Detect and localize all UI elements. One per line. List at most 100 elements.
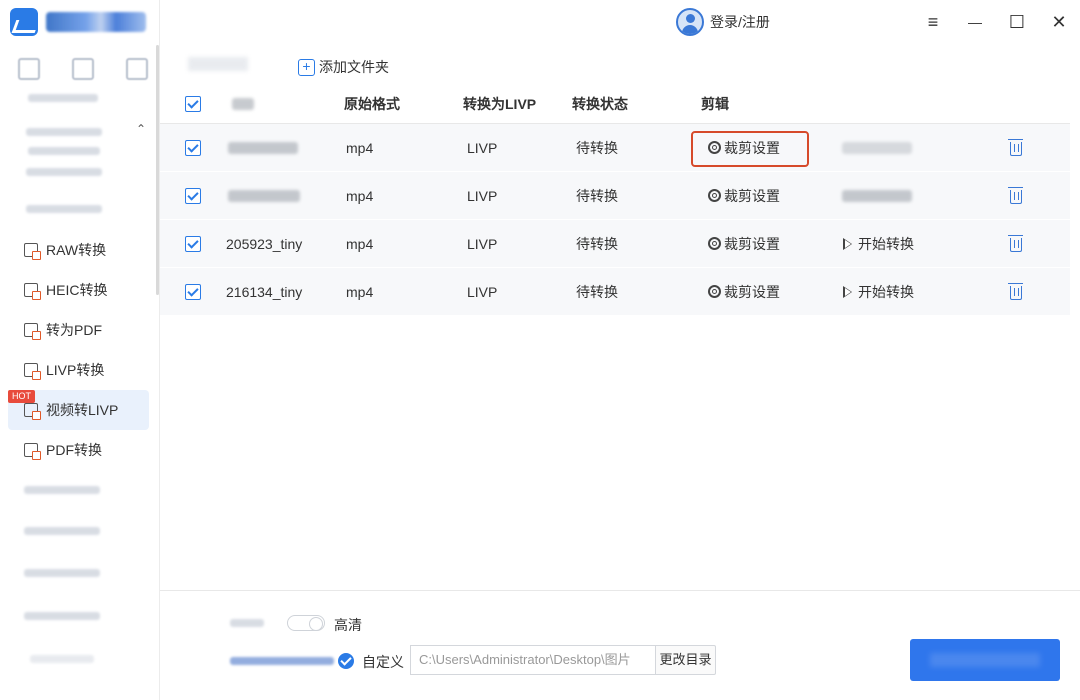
delete-button[interactable] bbox=[1008, 172, 1023, 219]
header-convert-to: 转换为LIVP bbox=[463, 96, 537, 112]
sidebar-blurred-item[interactable] bbox=[28, 147, 100, 155]
crop-settings-highlight bbox=[691, 131, 809, 167]
video-to-livp-icon bbox=[24, 403, 41, 420]
change-dir-button[interactable]: 更改目录 bbox=[655, 645, 716, 675]
table-row: 216134_tiny mp4 LIVP 待转换 裁剪设置 开始转换 bbox=[160, 268, 1070, 316]
sidebar-item-raw[interactable]: RAW转换 bbox=[8, 230, 149, 270]
sidebar-blurred-item[interactable] bbox=[24, 612, 100, 620]
app-name-blurred bbox=[46, 12, 146, 32]
start-all-label-blurred bbox=[930, 653, 1040, 667]
crop-settings-label: 裁剪设置 bbox=[724, 235, 780, 252]
delete-button[interactable] bbox=[1008, 268, 1023, 315]
convert-status: 待转换 bbox=[576, 235, 618, 252]
file-name: 216134_tiny bbox=[226, 283, 303, 300]
header-edit: 剪辑 bbox=[701, 96, 729, 112]
sidebar: ⌃ RAW转换 HEIC转换 转为PDF LIVP转换 视频转LIVP HOT … bbox=[0, 0, 160, 700]
pdf-convert-icon bbox=[24, 443, 41, 460]
raw-convert-icon bbox=[24, 243, 41, 260]
crop-settings-button[interactable]: 裁剪设置 bbox=[708, 220, 780, 267]
collapse-arrow-icon[interactable]: ⌃ bbox=[136, 122, 146, 136]
quick-action-3-icon[interactable] bbox=[126, 58, 148, 80]
convert-status: 待转换 bbox=[576, 187, 618, 204]
quick-action-1-icon[interactable] bbox=[18, 58, 40, 80]
sidebar-blurred-item[interactable] bbox=[24, 527, 100, 535]
menu-icon[interactable]: ≡ bbox=[921, 10, 945, 34]
quick-actions bbox=[18, 58, 148, 80]
row-checkbox[interactable] bbox=[185, 283, 201, 300]
start-convert-blurred bbox=[842, 189, 912, 202]
login-button[interactable]: 登录/注册 bbox=[676, 8, 770, 36]
add-folder-button[interactable]: + 添加文件夹 bbox=[298, 57, 389, 77]
sidebar-item-pdf-convert[interactable]: PDF转换 bbox=[8, 430, 149, 470]
close-icon[interactable]: ✕ bbox=[1047, 10, 1071, 34]
start-convert-button[interactable]: 开始转换 bbox=[843, 220, 914, 267]
app-logo-icon bbox=[10, 8, 38, 36]
to-pdf-icon bbox=[24, 323, 41, 340]
minimize-icon[interactable]: — bbox=[963, 10, 987, 34]
source-format: mp4 bbox=[346, 139, 374, 156]
start-convert-button[interactable] bbox=[842, 172, 912, 219]
row-checkbox[interactable] bbox=[185, 235, 201, 252]
gear-icon bbox=[708, 189, 721, 202]
start-all-button[interactable] bbox=[910, 639, 1060, 681]
sidebar-blurred-item[interactable] bbox=[26, 168, 102, 176]
trash-icon bbox=[1008, 187, 1023, 204]
source-format: mp4 bbox=[346, 187, 374, 204]
target-format: LIVP bbox=[467, 187, 498, 204]
heic-convert-icon bbox=[24, 283, 41, 300]
quick-action-2-icon[interactable] bbox=[72, 58, 94, 80]
output-path-field[interactable]: C:\Users\Administrator\Desktop\图片 bbox=[410, 645, 655, 675]
select-all-checkbox[interactable] bbox=[185, 96, 201, 112]
quality-label: 高清 bbox=[334, 617, 362, 633]
crop-settings-button[interactable]: 裁剪设置 bbox=[708, 268, 780, 315]
toolbar-blurred-button[interactable] bbox=[188, 57, 248, 71]
convert-status: 待转换 bbox=[576, 283, 618, 300]
table-row: 205923_tiny mp4 LIVP 待转换 裁剪设置 开始转换 bbox=[160, 220, 1070, 268]
sidebar-group-header[interactable] bbox=[26, 128, 102, 136]
start-convert-button[interactable] bbox=[842, 124, 912, 171]
target-format: LIVP bbox=[467, 283, 498, 300]
file-name-blurred bbox=[228, 141, 298, 154]
start-convert-button[interactable]: 开始转换 bbox=[843, 268, 914, 315]
sidebar-blurred-item bbox=[28, 94, 98, 102]
table-header: 原始格式 转换为LIVP 转换状态 剪辑 bbox=[160, 85, 1070, 124]
file-name bbox=[228, 172, 300, 219]
file-name-blurred bbox=[228, 189, 300, 202]
maximize-icon[interactable]: ☐ bbox=[1005, 10, 1029, 34]
table-row: mp4 LIVP 待转换 裁剪设置 bbox=[160, 172, 1070, 220]
sidebar-scrollbar[interactable] bbox=[156, 45, 159, 295]
avatar-icon bbox=[676, 8, 704, 36]
app-window: ⌃ RAW转换 HEIC转换 转为PDF LIVP转换 视频转LIVP HOT … bbox=[0, 0, 1080, 700]
title-bar: 登录/注册 ≡ — ☐ ✕ bbox=[160, 0, 1080, 45]
trash-icon bbox=[1008, 283, 1023, 300]
toolbar: + 添加文件夹 bbox=[160, 45, 1080, 85]
custom-dir-radio[interactable] bbox=[338, 653, 354, 669]
app-logo bbox=[10, 8, 146, 36]
login-label: 登录/注册 bbox=[710, 14, 770, 30]
row-checkbox[interactable] bbox=[185, 187, 201, 204]
livp-convert-icon bbox=[24, 363, 41, 380]
sidebar-blurred-item[interactable] bbox=[30, 655, 94, 663]
sidebar-blurred-item[interactable] bbox=[24, 486, 100, 494]
delete-button[interactable] bbox=[1008, 220, 1023, 267]
source-format: mp4 bbox=[346, 283, 374, 300]
sidebar-item-label: LIVP转换 bbox=[46, 362, 105, 378]
sidebar-blurred-item[interactable] bbox=[24, 569, 100, 577]
gear-icon bbox=[708, 237, 721, 250]
sidebar-item-label: HEIC转换 bbox=[46, 282, 108, 298]
header-source-format: 原始格式 bbox=[344, 96, 400, 112]
custom-dir-label: 自定义 bbox=[362, 654, 404, 670]
quality-toggle[interactable] bbox=[287, 615, 325, 631]
add-folder-plus-icon: + bbox=[298, 58, 315, 76]
sidebar-item-to-pdf[interactable]: 转为PDF bbox=[8, 310, 149, 350]
start-convert-label: 开始转换 bbox=[858, 235, 914, 252]
row-checkbox[interactable] bbox=[185, 139, 201, 156]
sidebar-blurred-item[interactable] bbox=[26, 205, 102, 213]
header-name-blurred bbox=[232, 98, 254, 110]
table-row: mp4 LIVP 待转换 裁剪设置 bbox=[160, 124, 1070, 172]
sidebar-item-livp[interactable]: LIVP转换 bbox=[8, 350, 149, 390]
gear-icon bbox=[708, 285, 721, 298]
delete-button[interactable] bbox=[1008, 124, 1023, 171]
sidebar-item-heic[interactable]: HEIC转换 bbox=[8, 270, 149, 310]
crop-settings-button[interactable]: 裁剪设置 bbox=[708, 172, 780, 219]
